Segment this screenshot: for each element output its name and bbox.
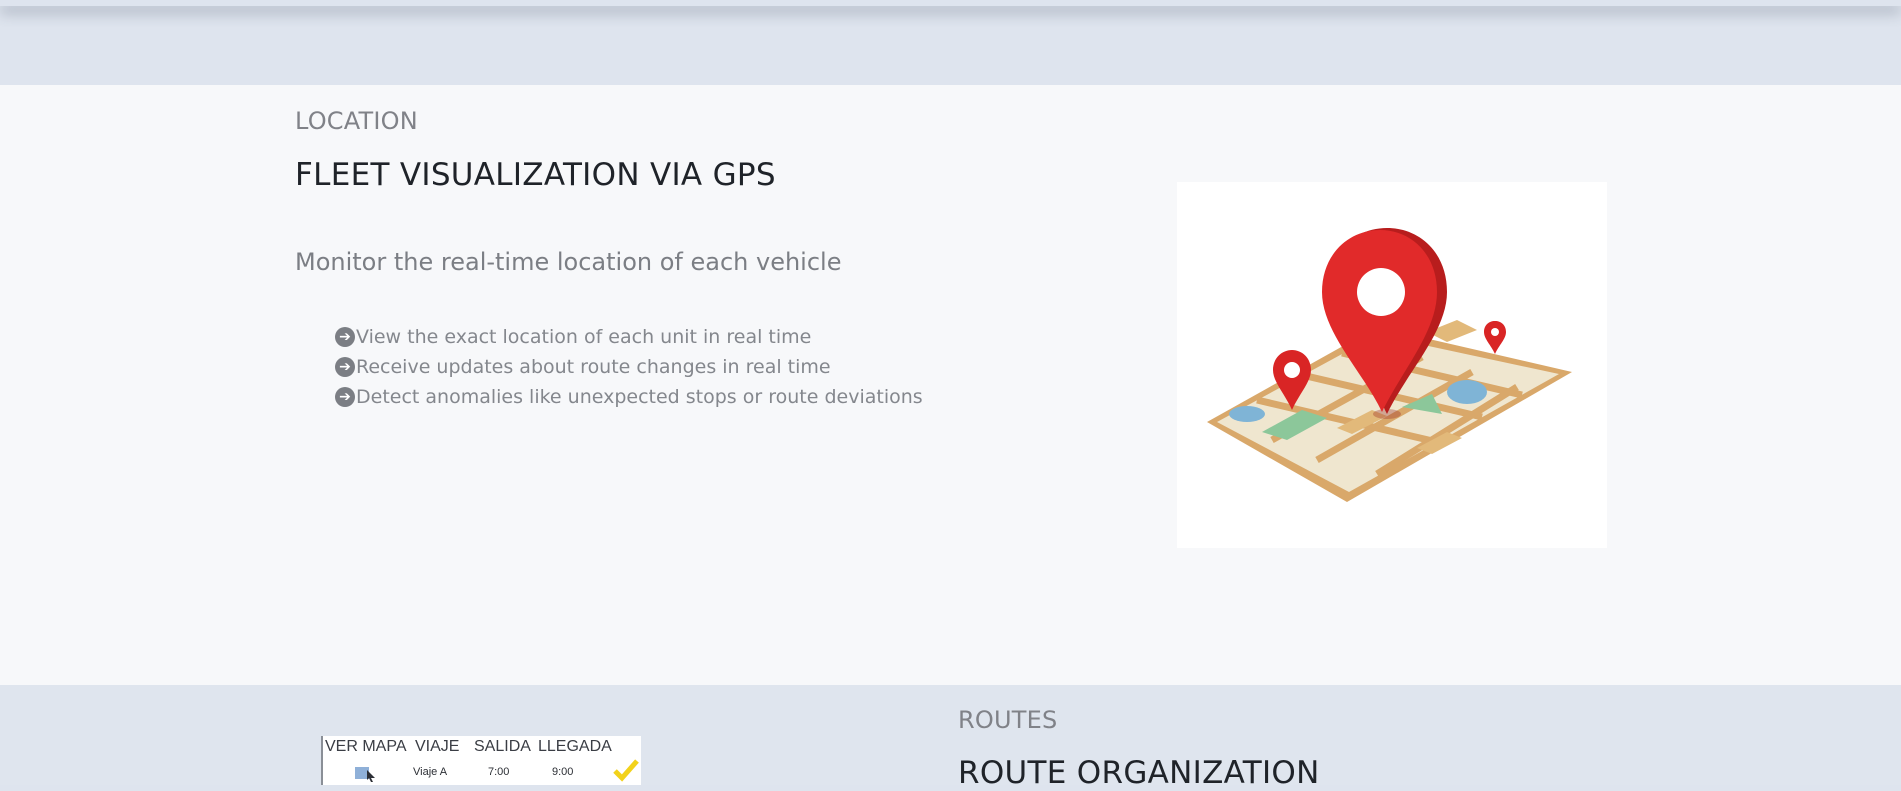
list-item: ➔ View the exact location of each unit i…	[335, 322, 923, 352]
location-subtitle: Monitor the real-time location of each v…	[295, 248, 842, 276]
top-band	[0, 0, 1901, 85]
location-title: FLEET VISUALIZATION VIA GPS	[295, 157, 776, 193]
arrow-circle-icon: ➔	[335, 327, 355, 347]
list-item: ➔ Receive updates about route changes in…	[335, 352, 923, 382]
routes-section	[0, 685, 1901, 785]
location-section	[0, 85, 1901, 685]
map-illustration	[1177, 182, 1607, 548]
feature-text: Receive updates about route changes in r…	[356, 356, 831, 378]
feature-text: View the exact location of each unit in …	[356, 326, 812, 348]
table-header-cell: VER MAPA	[325, 738, 407, 755]
routes-table-image: VER MAPA VIAJE SALIDA LLEGADA Viaje A 7:…	[321, 736, 641, 785]
table-cell: 9:00	[552, 766, 574, 778]
check-icon	[613, 758, 639, 785]
routes-eyebrow: ROUTES	[958, 706, 1058, 734]
location-eyebrow: LOCATION	[295, 107, 418, 135]
table-cell: Viaje A	[413, 766, 448, 778]
table-row: Viaje A 7:00 9:00	[323, 759, 641, 785]
table-header-cell: LLEGADA	[538, 738, 612, 755]
table-header: VER MAPA VIAJE SALIDA LLEGADA	[323, 736, 641, 758]
map-with-location-pins-icon	[1207, 228, 1572, 502]
header-shadow-bar	[0, 0, 1901, 6]
arrow-circle-icon: ➔	[335, 357, 355, 377]
location-feature-list: ➔ View the exact location of each unit i…	[335, 322, 923, 412]
feature-text: Detect anomalies like unexpected stops o…	[356, 386, 923, 408]
map-cursor-icon	[353, 764, 379, 785]
list-item: ➔ Detect anomalies like unexpected stops…	[335, 382, 923, 412]
routes-title: ROUTE ORGANIZATION	[958, 755, 1320, 791]
arrow-circle-icon: ➔	[335, 387, 355, 407]
table-cell: 7:00	[488, 766, 510, 778]
table-header-cell: VIAJE	[415, 738, 460, 755]
table-header-cell: SALIDA	[474, 738, 531, 755]
